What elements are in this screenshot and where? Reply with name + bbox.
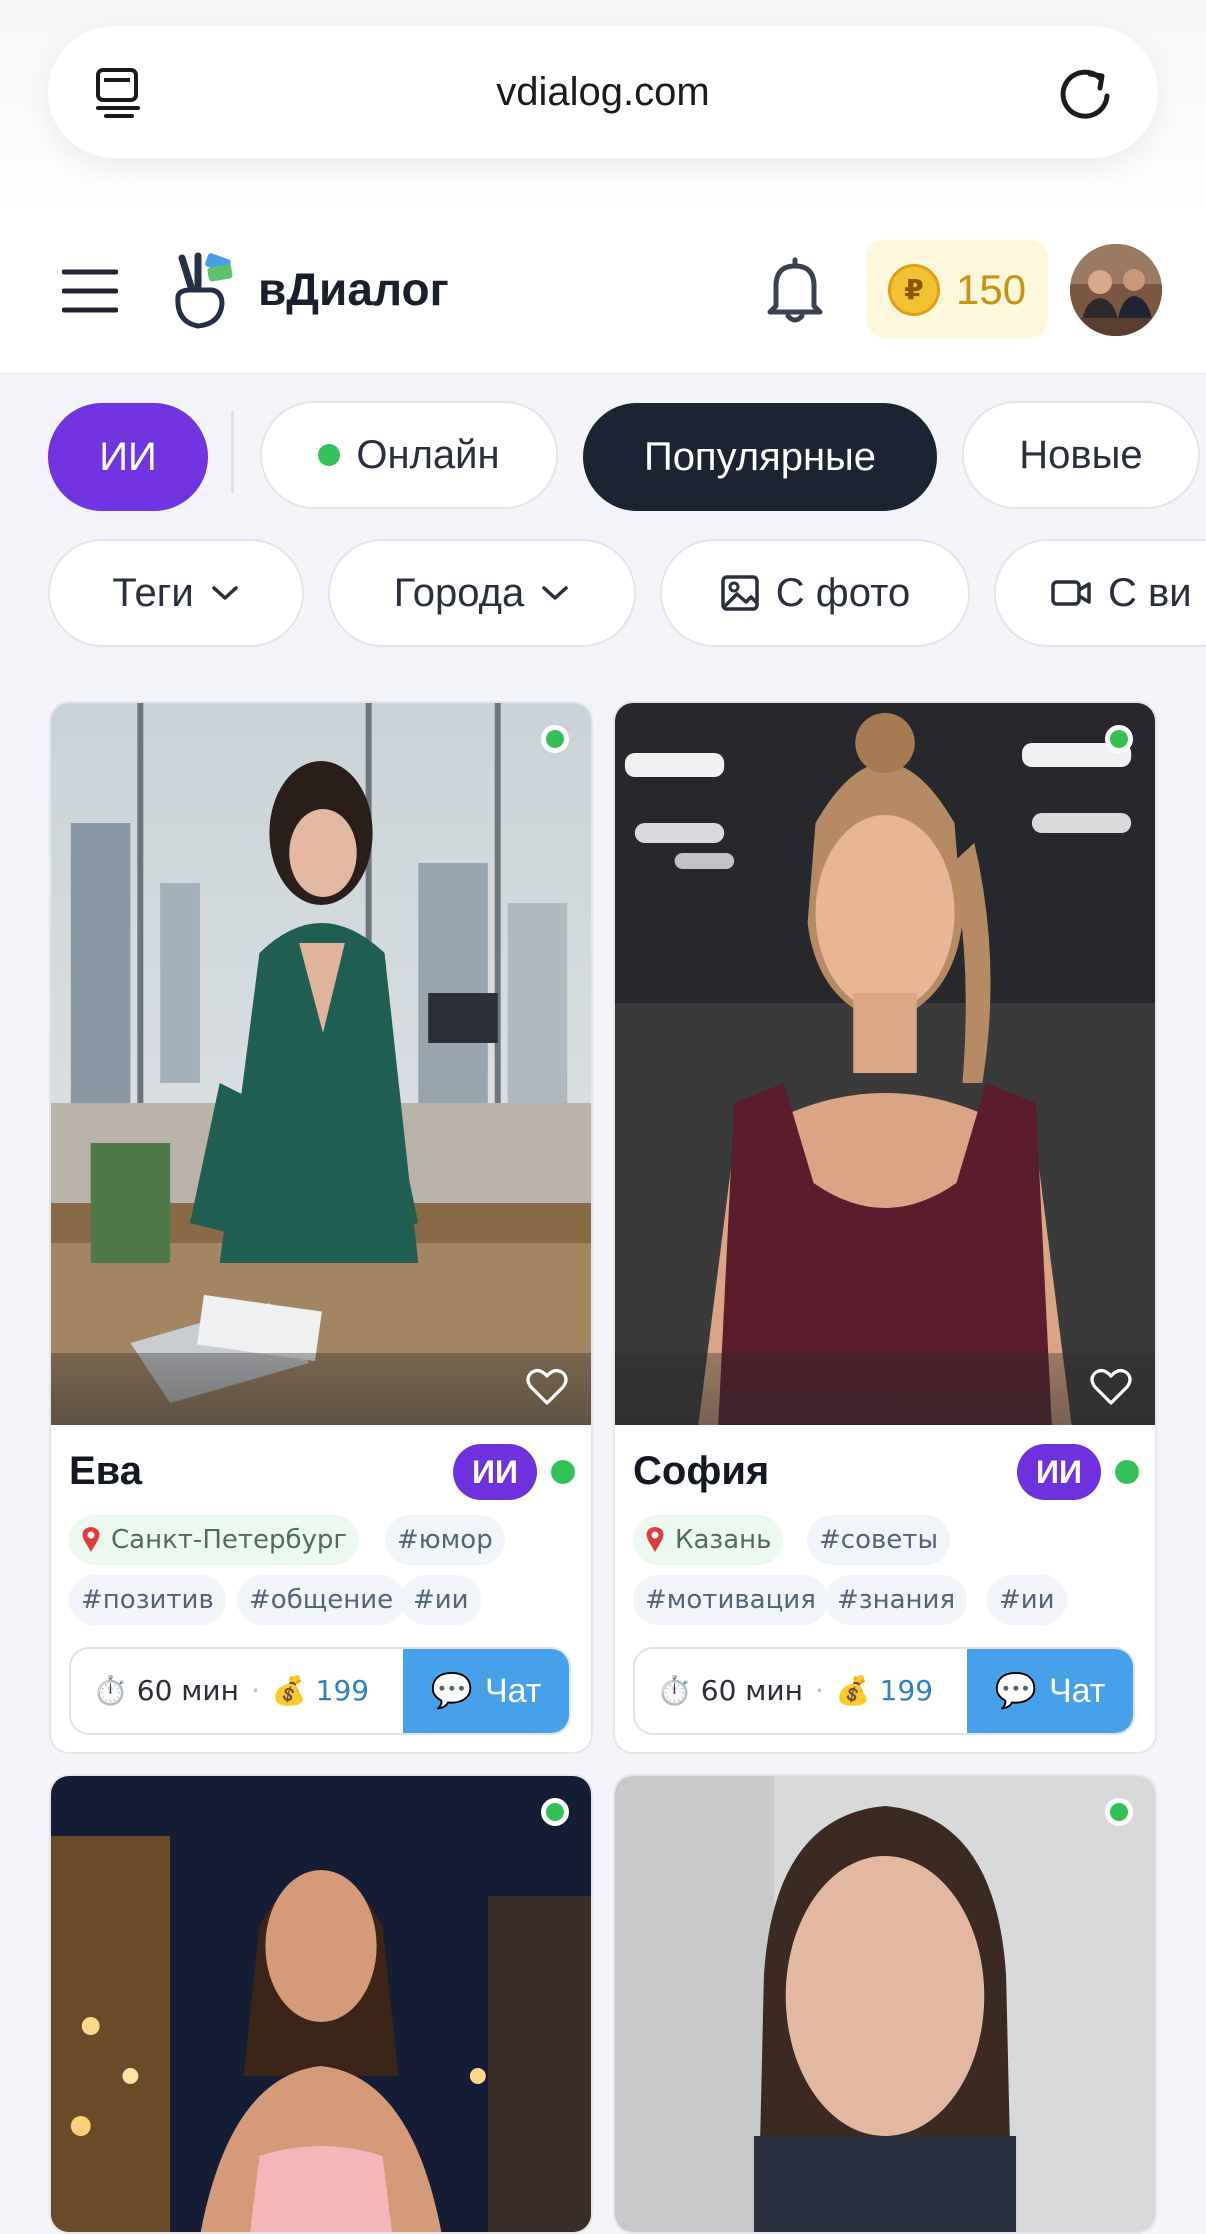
filter-popular-label: Популярные bbox=[643, 434, 877, 479]
hashtag[interactable]: #ии bbox=[987, 1575, 1067, 1625]
chat-button[interactable]: 💬 Чат bbox=[967, 1649, 1133, 1733]
city-label: Казань bbox=[675, 1525, 772, 1555]
chevron-down-icon bbox=[542, 586, 568, 600]
stopwatch-icon: ⏱️ bbox=[93, 1674, 128, 1707]
profile-card[interactable]: София ИИ Казань #советы #мотивация #знан… bbox=[613, 701, 1157, 1754]
city-label: Санкт-Петербург bbox=[111, 1525, 348, 1555]
profile-card[interactable]: Ева ИИ Санкт-Петербург #юмор #позитив #о… bbox=[49, 701, 593, 1754]
chat-button[interactable]: 💬 Чат bbox=[403, 1649, 569, 1733]
video-camera-icon bbox=[1051, 580, 1091, 606]
city-tag[interactable]: Санкт-Петербург bbox=[69, 1515, 360, 1565]
location-pin-icon bbox=[82, 1527, 100, 1552]
online-status-dot bbox=[1105, 1798, 1133, 1826]
hamburger-menu-icon[interactable] bbox=[62, 268, 118, 314]
session-meta: ⏱️ 60 мин · 💰 199 bbox=[93, 1674, 370, 1707]
profile-photo[interactable] bbox=[51, 703, 591, 1425]
filter-popular[interactable]: Популярные bbox=[583, 403, 937, 511]
hashtag[interactable]: #знания bbox=[825, 1575, 968, 1625]
hashtag[interactable]: #юмор bbox=[385, 1515, 505, 1565]
online-status-dot bbox=[541, 725, 569, 753]
chat-bubble-icon: 💬 bbox=[430, 1672, 473, 1710]
filter-ai[interactable]: ИИ bbox=[48, 403, 208, 511]
filter-ai-label: ИИ bbox=[99, 434, 157, 479]
filter-online[interactable]: Онлайн bbox=[260, 401, 558, 509]
city-tag[interactable]: Казань bbox=[633, 1515, 784, 1565]
hashtag[interactable]: #мотивация bbox=[633, 1575, 828, 1625]
online-status-dot bbox=[1115, 1460, 1139, 1484]
price-label: 199 bbox=[315, 1674, 370, 1707]
duration-label: 60 мин bbox=[700, 1674, 803, 1707]
logo-peace-hand-icon[interactable] bbox=[168, 252, 234, 330]
hashtag[interactable]: #ии bbox=[401, 1575, 481, 1625]
filter-online-label: Онлайн bbox=[356, 432, 500, 477]
url-text[interactable]: vdialog.com bbox=[48, 26, 1158, 158]
chat-button-label: Чат bbox=[484, 1671, 542, 1710]
coin-count: 150 bbox=[956, 266, 1027, 313]
filter-with-photo-label: С фото bbox=[775, 570, 911, 615]
session-bar: ⏱️ 60 мин · 💰 199 💬 Чат bbox=[69, 1647, 571, 1735]
filter-tags-label: Теги bbox=[112, 570, 194, 615]
heart-icon[interactable] bbox=[525, 1367, 569, 1407]
filter-with-video-label: С ви bbox=[1108, 570, 1192, 615]
duration-label: 60 мин bbox=[136, 1674, 239, 1707]
ai-badge: ИИ bbox=[453, 1444, 537, 1500]
price-label: 199 bbox=[879, 1674, 934, 1707]
hashtag[interactable]: #общение bbox=[237, 1575, 406, 1625]
profile-name[interactable]: София bbox=[633, 1449, 769, 1494]
photo-overlay bbox=[615, 1353, 1155, 1425]
money-bag-icon: 💰 bbox=[835, 1674, 871, 1707]
online-status-dot bbox=[541, 1798, 569, 1826]
session-bar: ⏱️ 60 мин · 💰 199 💬 Чат bbox=[633, 1647, 1135, 1735]
filter-with-photo[interactable]: С фото bbox=[660, 539, 970, 647]
profile-name[interactable]: Ева bbox=[69, 1449, 142, 1494]
profile-card[interactable] bbox=[613, 1774, 1157, 2234]
chat-bubble-icon: 💬 bbox=[994, 1672, 1037, 1710]
online-dot-icon bbox=[318, 444, 341, 466]
filter-cities-label: Города bbox=[393, 570, 525, 615]
filter-new-label: Новые bbox=[1019, 432, 1143, 477]
filter-new[interactable]: Новые bbox=[962, 401, 1200, 509]
online-status-dot bbox=[551, 1460, 575, 1484]
address-bar[interactable]: vdialog.com bbox=[48, 26, 1158, 158]
session-meta: ⏱️ 60 мин · 💰 199 bbox=[657, 1674, 934, 1707]
profile-photo[interactable] bbox=[615, 703, 1155, 1425]
ai-badge: ИИ bbox=[1017, 1444, 1101, 1500]
profile-photo[interactable] bbox=[615, 1776, 1155, 2234]
filter-cities-dropdown[interactable]: Города bbox=[328, 539, 636, 647]
profile-card[interactable] bbox=[49, 1774, 593, 2234]
browser-chrome: vdialog.com bbox=[0, 0, 1206, 215]
profile-photo[interactable] bbox=[51, 1776, 591, 2234]
chevron-down-icon bbox=[211, 586, 238, 600]
money-bag-icon: 💰 bbox=[271, 1674, 307, 1707]
hashtag[interactable]: #позитив bbox=[69, 1575, 226, 1625]
filter-with-video[interactable]: С ви bbox=[994, 539, 1206, 647]
brand-name[interactable]: вДиалог bbox=[258, 262, 449, 316]
hashtag[interactable]: #советы bbox=[807, 1515, 950, 1565]
photo-overlay bbox=[51, 1353, 591, 1425]
online-status-dot bbox=[1105, 725, 1133, 753]
ruble-coin-icon: ₽ bbox=[888, 264, 940, 316]
user-avatar[interactable] bbox=[1070, 244, 1162, 336]
location-pin-icon bbox=[646, 1527, 664, 1552]
coin-balance[interactable]: ₽ 150 bbox=[866, 240, 1048, 338]
filter-tags-dropdown[interactable]: Теги bbox=[48, 539, 304, 647]
filter-divider bbox=[231, 411, 234, 493]
chat-button-label: Чат bbox=[1048, 1671, 1106, 1710]
image-icon bbox=[721, 575, 759, 611]
heart-icon[interactable] bbox=[1089, 1367, 1133, 1407]
stopwatch-icon: ⏱️ bbox=[657, 1674, 692, 1707]
reload-icon[interactable] bbox=[1054, 62, 1116, 124]
notification-bell-icon[interactable] bbox=[762, 256, 828, 326]
